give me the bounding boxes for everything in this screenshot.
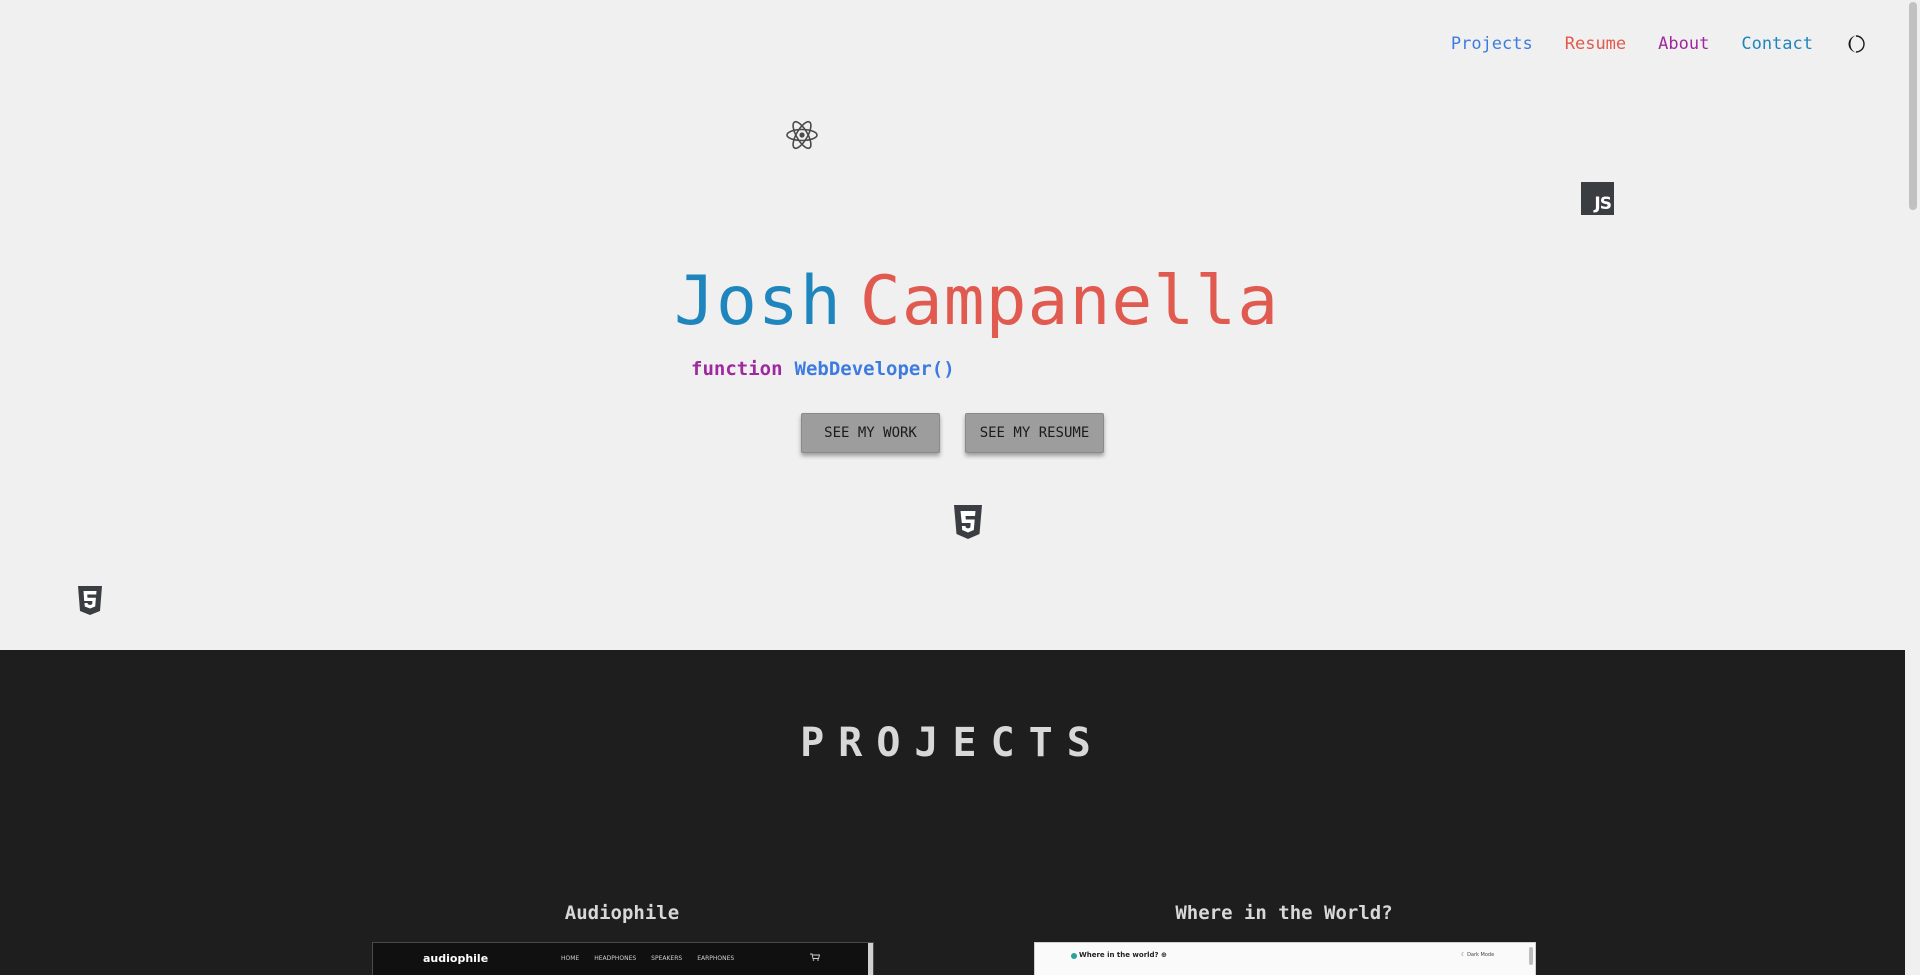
hero-last-name: Campanella bbox=[859, 262, 1280, 341]
react-icon bbox=[786, 120, 818, 150]
preview-nav-item: HOME bbox=[561, 955, 580, 962]
top-nav: Projects Resume About Contact bbox=[1419, 34, 1867, 54]
see-my-work-button[interactable]: SEE MY WORK bbox=[801, 413, 940, 453]
preview-logo: audiophile bbox=[423, 952, 489, 965]
hero-name: Josh Campanella bbox=[674, 262, 1279, 341]
javascript-icon: JS bbox=[1581, 182, 1614, 215]
cart-icon bbox=[810, 953, 820, 961]
css3-icon bbox=[954, 505, 982, 539]
preview-scrollbar bbox=[1529, 947, 1533, 965]
preview-nav-item: HEADPHONES bbox=[594, 955, 637, 962]
preview-globe-dot bbox=[1071, 953, 1077, 959]
projects-heading: PROJECTS bbox=[800, 720, 1105, 766]
tagline-function: WebDeveloper() bbox=[794, 358, 955, 380]
hero-tagline: function WebDeveloper() bbox=[691, 358, 955, 380]
html5-icon bbox=[78, 586, 102, 615]
nav-contact-link[interactable]: Contact bbox=[1741, 34, 1813, 54]
hero-section: Projects Resume About Contact JS Josh Ca… bbox=[0, 0, 1905, 650]
nav-about-link[interactable]: About bbox=[1658, 34, 1709, 54]
page-scrollbar[interactable] bbox=[1905, 0, 1920, 975]
preview-scrollbar bbox=[868, 943, 873, 975]
project-preview-where-in-the-world[interactable]: Where in the world? ⊕ ☾ Dark Mode bbox=[1034, 942, 1536, 975]
scrollbar-thumb[interactable] bbox=[1909, 2, 1917, 210]
preview-nav-item: EARPHONES bbox=[697, 955, 735, 962]
project-preview-audiophile[interactable]: audiophile HOME HEADPHONES SPEAKERS EARP… bbox=[372, 942, 874, 975]
hero-first-name: Josh bbox=[674, 262, 842, 341]
preview-nav-item: SPEAKERS bbox=[651, 955, 683, 962]
tagline-keyword: function bbox=[691, 358, 783, 380]
nav-resume-link[interactable]: Resume bbox=[1565, 34, 1626, 54]
see-my-resume-button[interactable]: SEE MY RESUME bbox=[965, 413, 1104, 453]
preview-nav: HOME HEADPHONES SPEAKERS EARPHONES bbox=[561, 955, 734, 962]
nav-projects-link[interactable]: Projects bbox=[1451, 34, 1533, 54]
preview-title: Where in the world? ⊕ bbox=[1079, 951, 1167, 959]
projects-section: PROJECTS Audiophile audiophile HOME HEAD… bbox=[0, 650, 1905, 975]
js-badge-label: JS bbox=[1594, 194, 1612, 214]
preview-dark-mode: ☾ Dark Mode bbox=[1461, 952, 1495, 958]
project-title-audiophile[interactable]: Audiophile bbox=[372, 902, 872, 924]
moon-icon[interactable] bbox=[1847, 34, 1867, 54]
project-title-where-in-the-world[interactable]: Where in the World? bbox=[1034, 902, 1534, 924]
page: Projects Resume About Contact JS Josh Ca… bbox=[0, 0, 1905, 975]
